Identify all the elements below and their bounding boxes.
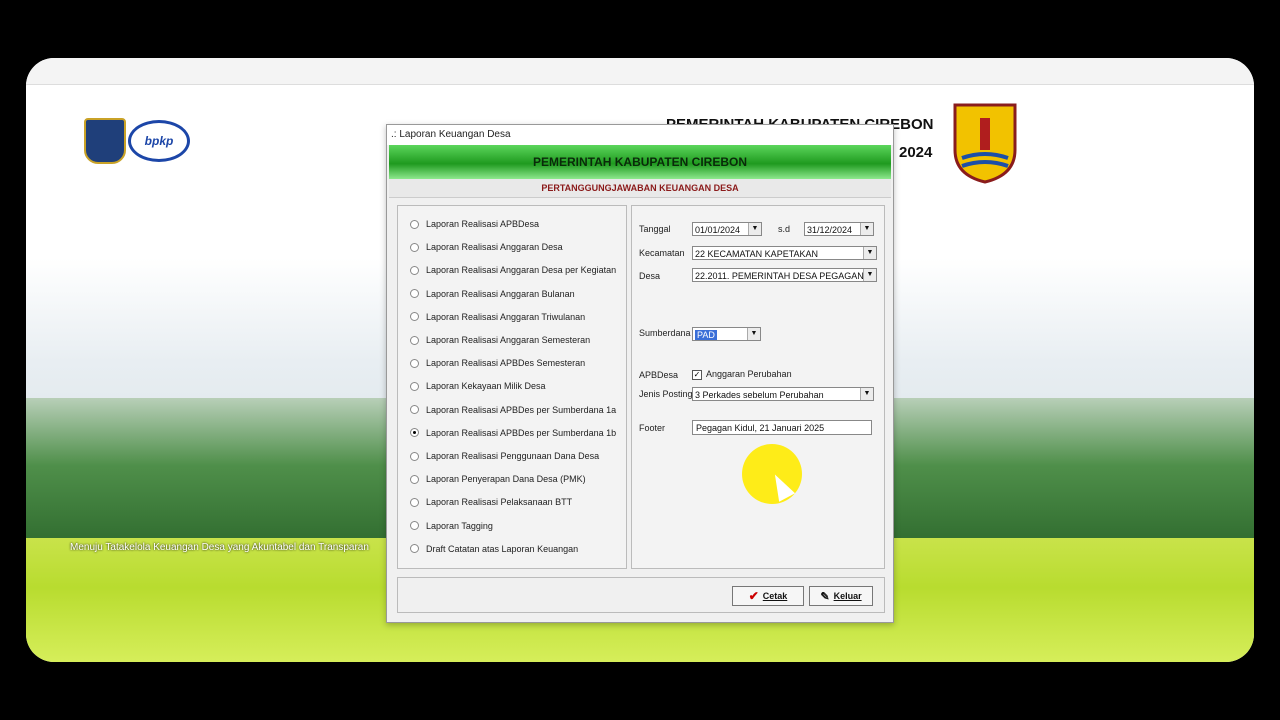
report-option-label: Laporan Tagging [426, 520, 493, 531]
report-option[interactable]: Laporan Penyerapan Dana Desa (PMK) [410, 474, 586, 484]
report-option-label: Laporan Realisasi APBDes per Sumberdana … [426, 404, 617, 415]
government-emblem-icon [84, 118, 126, 164]
report-option-label: Laporan Realisasi Pelaksanaan BTT [426, 497, 573, 508]
report-option[interactable]: Laporan Tagging [410, 521, 493, 531]
report-option[interactable]: Laporan Realisasi APBDes per Sumberdana … [410, 405, 616, 415]
report-option-label: Laporan Realisasi Anggaran Desa per Kegi… [426, 265, 617, 276]
chevron-down-icon[interactable]: ▼ [748, 223, 761, 235]
report-option-label: Laporan Realisasi Anggaran Semesteran [426, 335, 591, 345]
report-option[interactable]: Laporan Kekayaan Milik Desa [410, 381, 546, 391]
chevron-down-icon[interactable]: ▼ [863, 269, 876, 281]
desa-select[interactable]: 22.2011. PEMERINTAH DESA PEGAGAN ▼ [692, 268, 877, 282]
radio-button-icon[interactable] [410, 265, 419, 275]
keluar-button[interactable]: ✎ Keluar [809, 586, 873, 606]
radio-button-icon[interactable] [410, 381, 419, 391]
report-option-label: Laporan Realisasi APBDesa [426, 219, 540, 229]
report-option-label: Laporan Realisasi APBDes per Sumberdana … [426, 427, 617, 438]
check-icon: ✔ [748, 589, 759, 603]
report-option[interactable]: Draft Catatan atas Laporan Keuangan [410, 544, 578, 554]
header-year: 2024 [899, 144, 933, 161]
sd-label: s.d [778, 224, 791, 234]
anggaran-perubahan-checkbox[interactable]: ✓ [692, 370, 702, 380]
cirebon-crest-icon [953, 103, 1017, 184]
exit-icon: ✎ [820, 590, 830, 603]
radio-button-icon[interactable] [410, 335, 419, 345]
laporan-keuangan-dialog: .: Laporan Keuangan Desa PEMERINTAH KABU… [386, 124, 894, 623]
footer-input[interactable]: Pegagan Kidul, 21 Januari 2025 [692, 420, 872, 435]
report-option[interactable]: Laporan Realisasi Anggaran Bulanan [410, 289, 575, 299]
report-option[interactable]: Laporan Realisasi APBDes Semesteran [410, 358, 585, 368]
report-option-label: Laporan Realisasi APBDes Semesteran [426, 358, 586, 369]
report-list-panel: Laporan Realisasi APBDesa Laporan Realisa… [397, 205, 627, 569]
tanggal-label: Tanggal [639, 224, 671, 234]
report-option-label: Laporan Realisasi Anggaran Triwulanan [426, 311, 586, 322]
report-option[interactable]: Laporan Realisasi Pelaksanaan BTT [410, 497, 572, 507]
report-option-label: Laporan Penyerapan Dana Desa (PMK) [426, 474, 586, 485]
kecamatan-select[interactable]: 22 KECAMATAN KAPETAKAN ▼ [692, 246, 877, 260]
chevron-down-icon[interactable]: ▼ [863, 247, 876, 259]
top-strip [26, 58, 1254, 85]
report-option-label: Laporan Kekayaan Milik Desa [426, 381, 546, 392]
report-params-panel: Tanggal 01/01/2024 ▼ s.d 31/12/2024 ▼ Ke… [631, 205, 885, 569]
radio-button-icon[interactable] [410, 497, 419, 507]
sumberdana-select[interactable]: PAD ▼ [692, 327, 761, 341]
dialog-title: .: Laporan Keuangan Desa [387, 125, 893, 145]
kecamatan-label: Kecamatan [639, 248, 685, 258]
chevron-down-icon[interactable]: ▼ [860, 388, 873, 400]
cursor-highlight [742, 444, 802, 504]
jenis-posting-label: Jenis Posting [639, 389, 693, 399]
report-option-label: Laporan Realisasi Penggunaan Dana Desa [426, 451, 600, 461]
radio-button-icon[interactable] [410, 405, 419, 415]
report-option-label: Draft Catatan atas Laporan Keuangan [426, 543, 579, 554]
chevron-down-icon[interactable]: ▼ [747, 328, 760, 340]
apbdesa-label: APBDesa [639, 370, 679, 380]
button-bar: ✔ Cetak ✎ Keluar [397, 577, 885, 613]
report-option[interactable]: Laporan Realisasi APBDesa [410, 219, 539, 229]
dialog-subtitle: PERTANGGUNGJAWABAN KEUANGAN DESA [389, 179, 891, 198]
radio-button-icon[interactable] [410, 451, 419, 461]
radio-button-icon[interactable] [410, 219, 419, 229]
jenis-posting-select[interactable]: 3 Perkades sebelum Perubahan ▼ [692, 387, 874, 401]
sumberdana-label: Sumberdana [639, 328, 691, 338]
report-option[interactable]: Laporan Realisasi Anggaran Desa [410, 242, 563, 252]
report-option[interactable]: Laporan Realisasi Penggunaan Dana Desa [410, 451, 599, 461]
radio-button-icon[interactable] [410, 312, 419, 322]
radio-button-icon[interactable] [410, 242, 419, 252]
radio-button-icon[interactable] [410, 521, 419, 531]
tanggal-from-field[interactable]: 01/01/2024 ▼ [692, 222, 762, 236]
desa-label: Desa [639, 271, 661, 281]
anggaran-perubahan-label: Anggaran Perubahan [706, 369, 792, 379]
report-option-label: Laporan Realisasi Anggaran Desa [426, 242, 563, 253]
radio-button-icon[interactable] [410, 289, 419, 299]
bpkp-logo: bpkp [128, 120, 190, 162]
tagline: Menuju Tatakelola Keuangan Desa yang Aku… [70, 542, 369, 553]
tanggal-to-field[interactable]: 31/12/2024 ▼ [804, 222, 874, 236]
report-option[interactable]: Laporan Realisasi Anggaran Semesteran [410, 335, 590, 345]
report-option-label: Laporan Realisasi Anggaran Bulanan [426, 288, 575, 299]
report-option[interactable]: Laporan Realisasi APBDes per Sumberdana … [410, 428, 616, 438]
report-option[interactable]: Laporan Realisasi Anggaran Triwulanan [410, 312, 585, 322]
footer-label: Footer [639, 423, 666, 433]
report-option[interactable]: Laporan Realisasi Anggaran Desa per Kegi… [410, 265, 616, 275]
radio-button-icon[interactable] [410, 358, 419, 368]
radio-button-icon[interactable] [410, 544, 419, 554]
radio-button-icon[interactable] [410, 428, 419, 438]
chevron-down-icon[interactable]: ▼ [860, 223, 873, 235]
radio-button-icon[interactable] [410, 474, 419, 484]
dialog-banner: PEMERINTAH KABUPATEN CIREBON [389, 145, 891, 179]
cetak-button[interactable]: ✔ Cetak [732, 586, 804, 606]
